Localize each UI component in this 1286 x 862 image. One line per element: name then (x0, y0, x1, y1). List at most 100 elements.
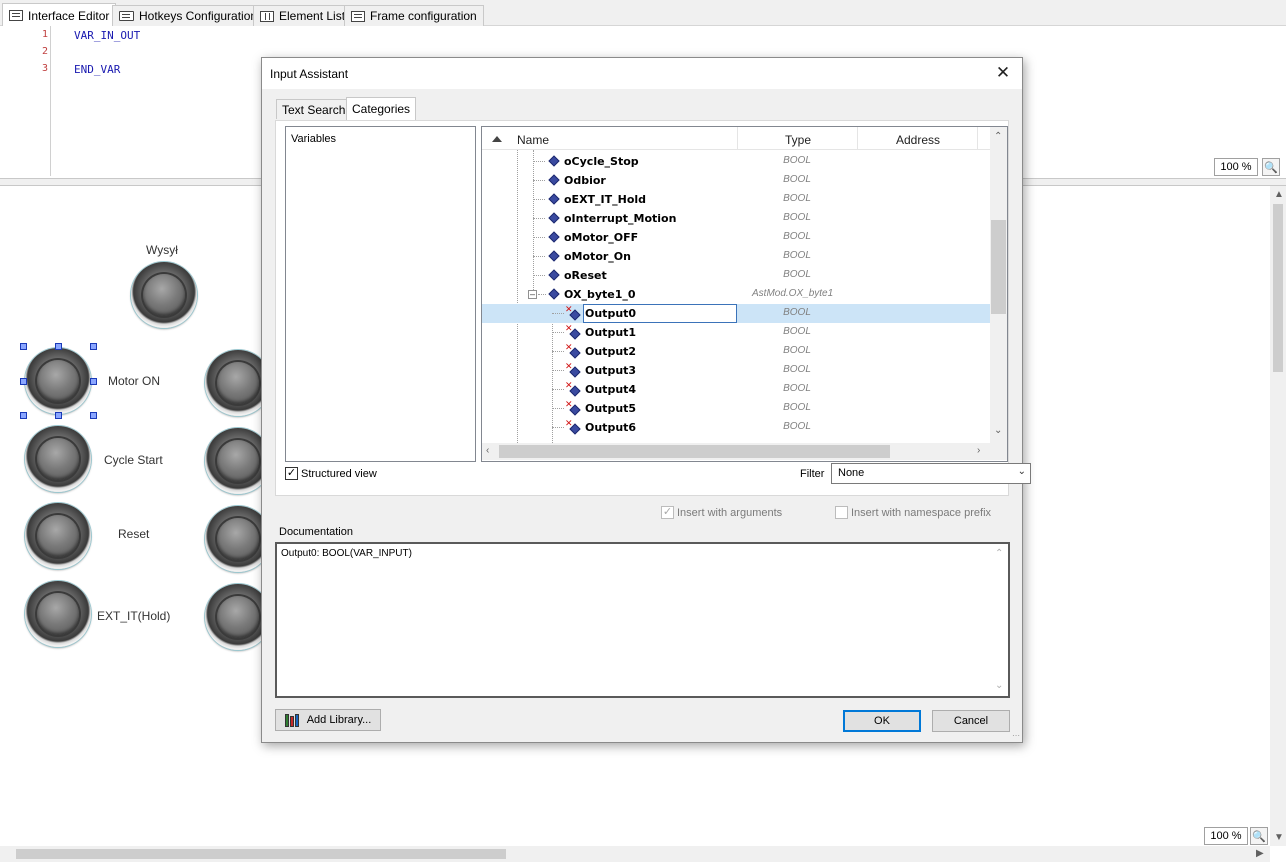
round-button-reset[interactable] (25, 503, 91, 569)
row-name: oCycle_Stop (564, 155, 639, 168)
cancel-button[interactable]: Cancel (932, 710, 1010, 732)
structured-view-checkbox[interactable]: ✓ (285, 467, 298, 480)
row-name: Output5 (585, 402, 637, 415)
row-name: Output1 (585, 326, 637, 339)
dialog-titlebar[interactable]: Input Assistant ✕ (262, 58, 1022, 89)
scroll-up-icon[interactable]: ⌃ (994, 131, 1002, 142)
code-line[interactable]: VAR_IN_OUT (74, 29, 140, 42)
ok-button[interactable]: OK (843, 710, 921, 732)
collapse-icon[interactable]: – (528, 290, 537, 299)
resize-grip-icon[interactable]: ⋯ (1012, 731, 1020, 740)
insert-with-arguments-label[interactable]: Insert with arguments (677, 507, 782, 519)
scroll-down-icon[interactable]: ⌄ (995, 680, 1003, 691)
button-label-cycle-start: Cycle Start (104, 453, 163, 467)
tree-row[interactable]: Output2 BOOL (482, 342, 990, 361)
canvas-vertical-scrollbar[interactable]: ▲ ▼ (1270, 186, 1286, 846)
selection-handle[interactable] (20, 343, 27, 350)
zoom-icon[interactable]: 🔍 (1250, 827, 1268, 845)
tree-row[interactable]: oInterrupt_Motion BOOL (482, 209, 990, 228)
category-item-variables[interactable]: Variables (291, 133, 336, 145)
selection-handle[interactable] (90, 412, 97, 419)
sort-ascending-icon[interactable] (492, 136, 502, 142)
tree-row[interactable]: oMotor_OFF BOOL (482, 228, 990, 247)
close-icon[interactable]: ✕ (992, 63, 1014, 83)
structured-view-label[interactable]: Structured view (301, 468, 377, 480)
row-type: BOOL (783, 326, 811, 337)
variable-icon (548, 155, 560, 167)
variable-tree[interactable]: Name Type Address oCycle_Stop BOOL Odbio… (481, 126, 1008, 462)
tree-row[interactable]: Odbior BOOL (482, 171, 990, 190)
output-variable-icon (565, 399, 579, 415)
scroll-left-icon[interactable]: ‹ (486, 445, 489, 456)
round-button-ext-it-hold[interactable] (25, 581, 91, 647)
tree-row[interactable]: Output6 BOOL (482, 418, 990, 437)
scroll-right-icon[interactable]: ▶ (1256, 848, 1264, 859)
zoom-icon[interactable]: 🔍 (1262, 158, 1280, 176)
selection-handle[interactable] (90, 378, 97, 385)
scroll-up-icon[interactable]: ⌃ (995, 548, 1003, 559)
tab-label: Interface Editor (28, 8, 110, 23)
tree-row[interactable]: Output5 BOOL (482, 399, 990, 418)
tree-row[interactable]: oCycle_Stop BOOL (482, 152, 990, 171)
table-icon (9, 10, 23, 21)
tree-row-selected[interactable]: Output0 BOOL (482, 304, 990, 323)
row-name: Output4 (585, 383, 637, 396)
row-type: BOOL (783, 155, 811, 166)
scroll-up-icon[interactable]: ▲ (1274, 189, 1284, 200)
documentation-box[interactable]: Output0: BOOL(VAR_INPUT) ⌃ ⌄ (275, 542, 1010, 698)
tree-row[interactable]: oReset BOOL (482, 266, 990, 285)
round-button-wysyl[interactable] (131, 262, 197, 328)
editor-zoom-level[interactable]: 100 % (1214, 158, 1258, 176)
tree-row[interactable]: Output1 BOOL (482, 323, 990, 342)
tree-row[interactable]: oMotor_On BOOL (482, 247, 990, 266)
insert-with-namespace-checkbox[interactable] (835, 506, 848, 519)
selection-handle[interactable] (20, 378, 27, 385)
row-name: oInterrupt_Motion (564, 212, 677, 225)
add-library-button[interactable]: Add Library... (275, 709, 381, 731)
tree-row-ox-byte1-0[interactable]: – OX_byte1_0 AstMod.OX_byte1 (482, 285, 990, 304)
scroll-thumb[interactable] (1273, 204, 1283, 372)
table-icon (351, 10, 365, 22)
column-header-address[interactable]: Address (896, 133, 940, 147)
tree-row[interactable]: oEXT_IT_Hold BOOL (482, 190, 990, 209)
code-line[interactable]: END_VAR (74, 63, 120, 76)
tree-vertical-scrollbar[interactable]: ⌃ ⌄ (990, 127, 1007, 443)
column-header-name[interactable]: Name (517, 133, 549, 147)
library-books-icon (284, 713, 301, 727)
line-number: 2 (41, 46, 48, 57)
canvas-horizontal-scrollbar[interactable]: ▶ (0, 846, 1270, 862)
button-label-wysyl: Wysył (146, 243, 178, 257)
scroll-thumb[interactable] (991, 220, 1006, 314)
tree-row[interactable]: Output3 BOOL (482, 361, 990, 380)
line-number-gutter: 1 2 3 (0, 26, 51, 176)
tab-categories[interactable]: Categories (346, 97, 417, 120)
category-list[interactable]: Variables (285, 126, 476, 462)
tab-element-list[interactable]: Element List (253, 5, 353, 26)
tree-row[interactable]: Output4 BOOL (482, 380, 990, 399)
insert-with-namespace-label[interactable]: Insert with namespace prefix (851, 507, 991, 519)
tab-text-search[interactable]: Text Search (276, 99, 352, 119)
scroll-thumb[interactable] (499, 445, 890, 458)
tree-horizontal-scrollbar[interactable]: ‹ › (482, 443, 990, 460)
row-name: oMotor_On (564, 250, 631, 263)
selection-handle[interactable] (55, 343, 62, 350)
round-button-motor-on[interactable] (25, 348, 91, 414)
selection-handle[interactable] (20, 412, 27, 419)
tab-frame-configuration[interactable]: Frame configuration (344, 5, 484, 26)
selection-handle[interactable] (55, 412, 62, 419)
round-button-cycle-start[interactable] (25, 426, 91, 492)
filter-select[interactable]: None ⌄ (831, 463, 1031, 484)
column-header-type[interactable]: Type (785, 133, 811, 147)
tab-interface-editor[interactable]: Interface Editor (2, 3, 117, 27)
row-type: BOOL (783, 174, 811, 185)
scroll-down-icon[interactable]: ▼ (1274, 832, 1284, 843)
line-number: 1 (41, 29, 48, 40)
scroll-down-icon[interactable]: ⌄ (994, 425, 1002, 436)
tab-hotkeys-configuration[interactable]: Hotkeys Configuration (112, 5, 265, 26)
scroll-thumb[interactable] (16, 849, 506, 859)
canvas-zoom-level[interactable]: 100 % (1204, 827, 1248, 845)
insert-with-arguments-checkbox[interactable]: ✓ (661, 506, 674, 519)
selection-handle[interactable] (90, 343, 97, 350)
row-type: BOOL (783, 307, 811, 318)
scroll-right-icon[interactable]: › (977, 445, 980, 456)
